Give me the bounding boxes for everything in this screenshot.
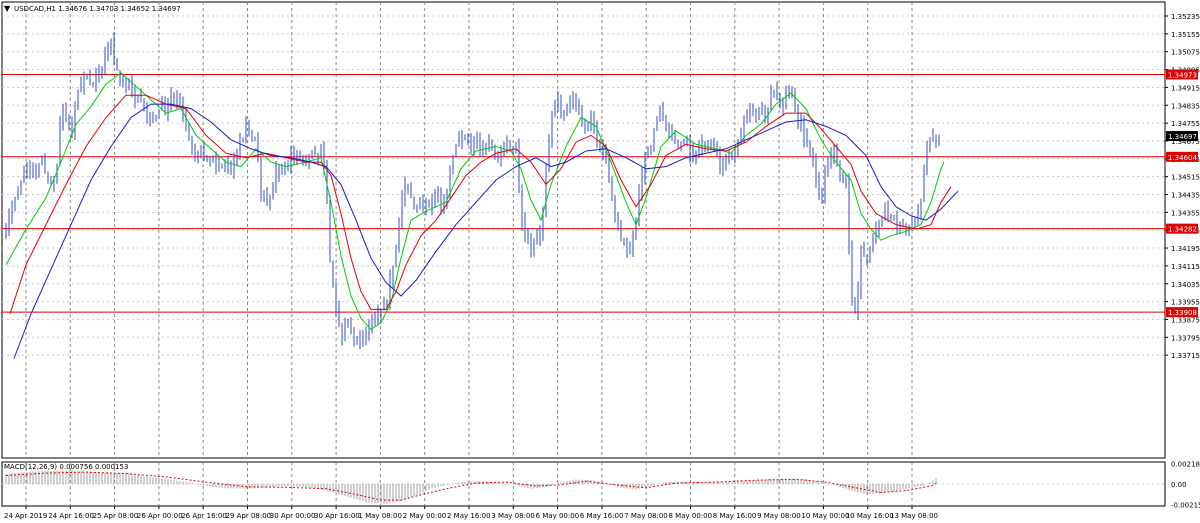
time-tick-label: 1 May 08:00 <box>358 512 402 520</box>
ma-slow-line <box>13 103 959 359</box>
time-tick-label: 30 Apr 16:00 <box>314 512 360 520</box>
price-tick-label: 1.34915 <box>1171 84 1200 92</box>
macd-tick-label: 0.002181 <box>1171 460 1200 468</box>
time-tick-label: 2 May 00:00 <box>403 512 447 520</box>
price-tick-label: 1.35155 <box>1171 31 1200 39</box>
chart-window[interactable]: 1.352351.351551.350751.349951.349151.348… <box>0 0 1200 523</box>
ma-mid-line <box>9 94 952 315</box>
grid-main <box>1 1 1166 459</box>
price-tick-label: 1.34755 <box>1171 120 1200 128</box>
macd-histogram <box>5 470 937 504</box>
current-price-label: 1.34697 <box>1168 133 1197 141</box>
macd-label: MACD(12,26,9) 0.000756 0.000153 <box>4 463 128 471</box>
price-tick-label: 1.34355 <box>1171 209 1200 217</box>
price-tick-label: 1.33795 <box>1171 334 1200 342</box>
grid-macd <box>1 461 1166 507</box>
price-tick-label: 1.33715 <box>1171 352 1200 360</box>
price-tag-label: 1.34282 <box>1168 226 1197 234</box>
price-tick-label: 1.33955 <box>1171 299 1200 307</box>
price-tick-label: 1.34435 <box>1171 192 1200 200</box>
symbol-header: ▼ USDCAD,H1 1.34676 1.34703 1.34652 1.34… <box>4 4 181 13</box>
moving-averages <box>5 72 959 359</box>
time-tick-label: 30 Apr 00:00 <box>270 512 316 520</box>
macd-axis: 0.002181 0.00 -0.002154 <box>1171 460 1200 509</box>
price-chart[interactable]: 1.352351.351551.350751.349951.349151.348… <box>0 0 1200 460</box>
macd-panel[interactable]: 0.002181 0.00 -0.002154 24 Apr 201924 Apr … <box>0 460 1200 523</box>
price-tick-label: 1.34195 <box>1171 245 1200 253</box>
price-tag-label: 1.34604 <box>1168 154 1197 162</box>
time-tick-label: 24 Apr 2019 <box>4 512 47 520</box>
time-tick-label: 24 Apr 16:00 <box>48 512 94 520</box>
time-tick-label: 25 Apr 08:00 <box>93 512 139 520</box>
time-tick-label: 3 May 08:00 <box>491 512 535 520</box>
time-tick-label: 6 May 00:00 <box>536 512 580 520</box>
price-tick-label: 1.34515 <box>1171 174 1200 182</box>
price-tick-label: 1.34115 <box>1171 263 1200 271</box>
price-tick-label: 1.35075 <box>1171 49 1200 57</box>
price-tick-label: 1.35235 <box>1171 13 1200 21</box>
triangle-down-icon[interactable]: ▼ <box>4 4 11 13</box>
price-tick-label: 1.33875 <box>1171 316 1200 324</box>
time-tick-label: 26 Apr 00:00 <box>137 512 183 520</box>
price-tag-label: 1.33908 <box>1168 309 1197 317</box>
macd-signal-line <box>5 471 939 501</box>
time-tick-label: 10 May 00:00 <box>801 512 849 520</box>
price-tick-label: 1.34835 <box>1171 102 1200 110</box>
time-axis: 24 Apr 2019 24 Apr 16:0025 Apr 08:0026 Ap… <box>4 506 938 520</box>
time-tick-label: 13 May 08:00 <box>890 512 938 520</box>
time-tick-label: 7 May 08:00 <box>624 512 668 520</box>
macd-signal-line <box>5 471 939 501</box>
time-tick-label: 10 May 16:00 <box>846 512 894 520</box>
time-tick-label: 26 Apr 16:00 <box>181 512 227 520</box>
time-tick-label: 8 May 00:00 <box>669 512 713 520</box>
macd-tick-label: 0.00 <box>1171 481 1187 489</box>
time-tick-label: 29 Apr 08:00 <box>226 512 272 520</box>
time-tick-label: 8 May 16:00 <box>713 512 757 520</box>
time-tick-label: 2 May 16:00 <box>447 512 491 520</box>
price-tick-label: 1.34035 <box>1171 281 1200 289</box>
time-tick-label: 9 May 08:00 <box>757 512 801 520</box>
time-tick-label: 6 May 16:00 <box>580 512 624 520</box>
symbol-header-text: USDCAD,H1 1.34676 1.34703 1.34652 1.3469… <box>14 5 181 13</box>
macd-tick-label: -0.002154 <box>1171 501 1200 509</box>
price-tag-label: 1.34973 <box>1168 71 1197 79</box>
